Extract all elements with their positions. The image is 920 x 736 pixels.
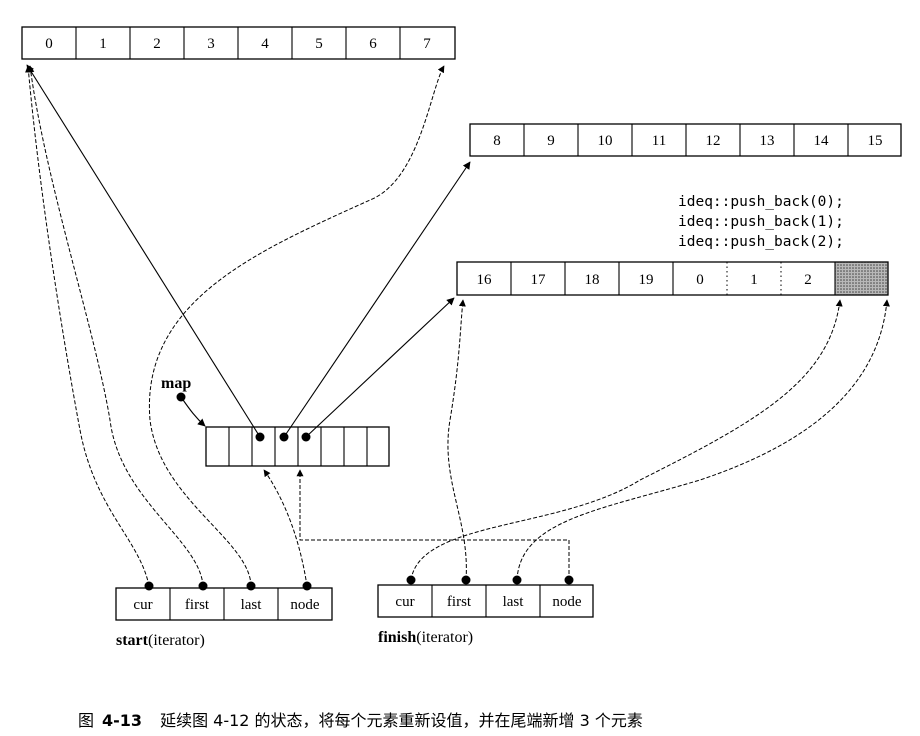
start-field: node	[290, 597, 320, 613]
node-arrow-buffer-2	[283, 161, 471, 438]
buffer-2-cell: 9	[547, 133, 555, 149]
deque-diagram: 0 1 2 3 4 5 6 7 8 9 10 11 12 13 14 15 id…	[21, 26, 902, 730]
node-arrow-buffer-1	[26, 64, 261, 438]
buffer-3-cell: 16	[477, 272, 493, 288]
code-line: ideq::push_back(1);	[678, 214, 844, 230]
start-field: cur	[133, 597, 152, 613]
finish-iterator: cur first last node	[377, 575, 594, 618]
buffer-2-cell: 10	[598, 133, 613, 149]
buffer-3: 16 17 18 19 0 1 2	[456, 261, 889, 296]
node-arrow-buffer-3	[305, 297, 455, 438]
start-field: last	[241, 597, 263, 613]
figure-caption: 图 4-13 延续图 4-12 的状态，将每个元素重新设值，并在尾端新增 3 个…	[78, 711, 643, 730]
finish-field: last	[503, 594, 525, 610]
start-pointers	[25, 65, 445, 587]
buffer-2-cell: 11	[652, 133, 666, 149]
buffer-2-cell: 14	[814, 133, 830, 149]
finish-pointers	[296, 299, 890, 581]
buffer-2-cell: 12	[706, 133, 721, 149]
buffer-1-cell: 7	[423, 36, 431, 52]
finish-field: first	[447, 594, 472, 610]
buffer-1: 0 1 2 3 4 5 6 7	[21, 26, 456, 60]
buffer-1-cell: 4	[261, 36, 269, 52]
buffer-1-cell: 5	[315, 36, 323, 52]
buffer-2-cell: 15	[868, 133, 883, 149]
buffer-3-cell: 18	[585, 272, 600, 288]
buffer-1-cell: 3	[207, 36, 215, 52]
buffer-3-cell: 17	[531, 272, 547, 288]
buffer-1-cell: 2	[153, 36, 161, 52]
finish-field: cur	[395, 594, 414, 610]
buffer-2-cell: 8	[493, 133, 501, 149]
finish-label: finish(iterator)	[378, 629, 473, 646]
start-iterator: cur first last node	[115, 581, 333, 621]
code-line: ideq::push_back(0);	[678, 194, 844, 210]
buffer-2: 8 9 10 11 12 13 14 15	[469, 123, 902, 157]
buffer-3-cell: 19	[639, 272, 654, 288]
buffer-2-cell: 13	[760, 133, 775, 149]
start-field: first	[185, 597, 210, 613]
finish-field: node	[552, 594, 582, 610]
buffer-3-cell: 0	[696, 272, 704, 288]
map-pointer-arrow	[180, 396, 206, 427]
buffer-1-cell: 0	[45, 36, 53, 52]
buffer-1-cell: 6	[369, 36, 377, 52]
code-block: ideq::push_back(0); ideq::push_back(1); …	[678, 194, 844, 250]
map-array	[205, 426, 390, 467]
buffer-3-cell: 1	[750, 272, 758, 288]
hatched-cell	[835, 262, 888, 295]
code-line: ideq::push_back(2);	[678, 234, 844, 250]
start-label: start(iterator)	[116, 632, 205, 649]
buffer-1-cell: 1	[99, 36, 107, 52]
map-label: map	[161, 375, 191, 392]
buffer-3-cell: 2	[804, 272, 812, 288]
